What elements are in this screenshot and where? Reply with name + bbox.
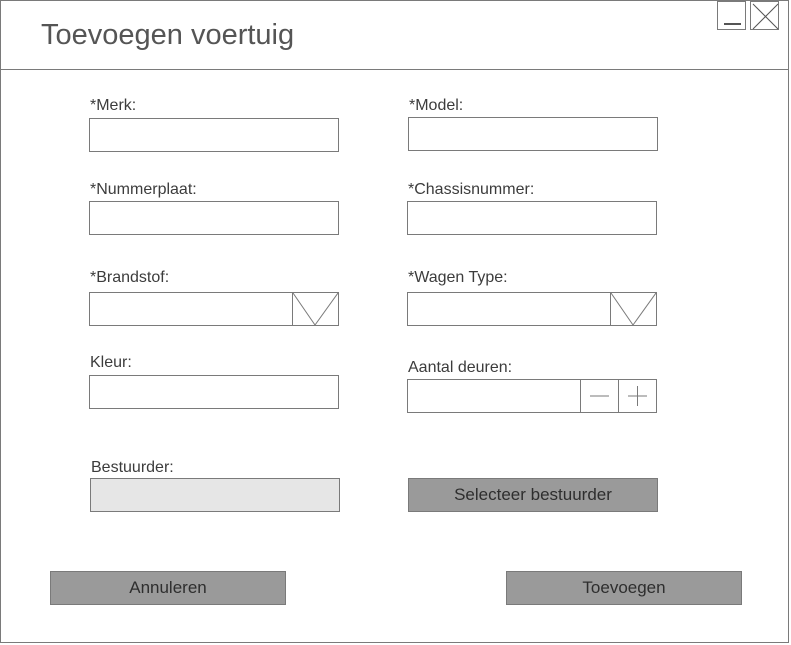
kleur-label: Kleur:: [90, 354, 132, 371]
model-field[interactable]: [408, 117, 658, 151]
chassisnummer-input[interactable]: [408, 202, 656, 234]
bestuurder-field: [90, 478, 340, 512]
aantal-deuren-label: Aantal deuren:: [408, 359, 513, 376]
minus-icon: [590, 395, 609, 397]
add-button[interactable]: Toevoegen: [506, 571, 742, 605]
increment-button[interactable]: [618, 380, 656, 412]
wagen-type-value[interactable]: [408, 293, 610, 325]
minimize-icon: [724, 23, 741, 25]
merk-label: *Merk:: [90, 97, 137, 114]
minimize-button[interactable]: [717, 1, 746, 30]
select-driver-button[interactable]: Selecteer bestuurder: [408, 478, 658, 512]
nummerplaat-label: *Nummerplaat:: [90, 181, 197, 198]
wagen-type-select[interactable]: [407, 292, 657, 326]
close-button[interactable]: [750, 1, 779, 30]
merk-input[interactable]: [90, 119, 338, 151]
decrement-button[interactable]: [580, 380, 618, 412]
plus-icon: [628, 386, 647, 406]
brandstof-value[interactable]: [90, 293, 292, 325]
nummerplaat-field[interactable]: [89, 201, 339, 235]
aantal-deuren-stepper[interactable]: [407, 379, 657, 413]
brandstof-dropdown-button[interactable]: [292, 292, 339, 326]
chassisnummer-label: *Chassisnummer:: [408, 181, 535, 198]
title-bar: Toevoegen voertuig: [1, 1, 788, 70]
wagen-type-dropdown-button[interactable]: [610, 292, 657, 326]
kleur-field[interactable]: [89, 375, 339, 409]
window-title: Toevoegen voertuig: [41, 19, 295, 51]
wagen-type-label: *Wagen Type:: [408, 269, 508, 286]
bestuurder-label: Bestuurder:: [91, 459, 174, 476]
chevron-down-icon: [610, 292, 657, 326]
cancel-button[interactable]: Annuleren: [50, 571, 286, 605]
aantal-deuren-input[interactable]: [408, 380, 580, 412]
brandstof-label: *Brandstof:: [90, 269, 170, 286]
close-icon: [752, 3, 779, 30]
chevron-down-icon: [292, 292, 339, 326]
bestuurder-input: [91, 479, 339, 511]
dialog-window: Toevoegen voertuig *Merk: *Model: *Numme…: [0, 0, 789, 643]
model-input[interactable]: [409, 118, 657, 150]
merk-field[interactable]: [89, 118, 339, 152]
brandstof-select[interactable]: [89, 292, 339, 326]
model-label: *Model:: [409, 97, 464, 114]
kleur-input[interactable]: [90, 376, 338, 408]
nummerplaat-input[interactable]: [90, 202, 338, 234]
chassisnummer-field[interactable]: [407, 201, 657, 235]
